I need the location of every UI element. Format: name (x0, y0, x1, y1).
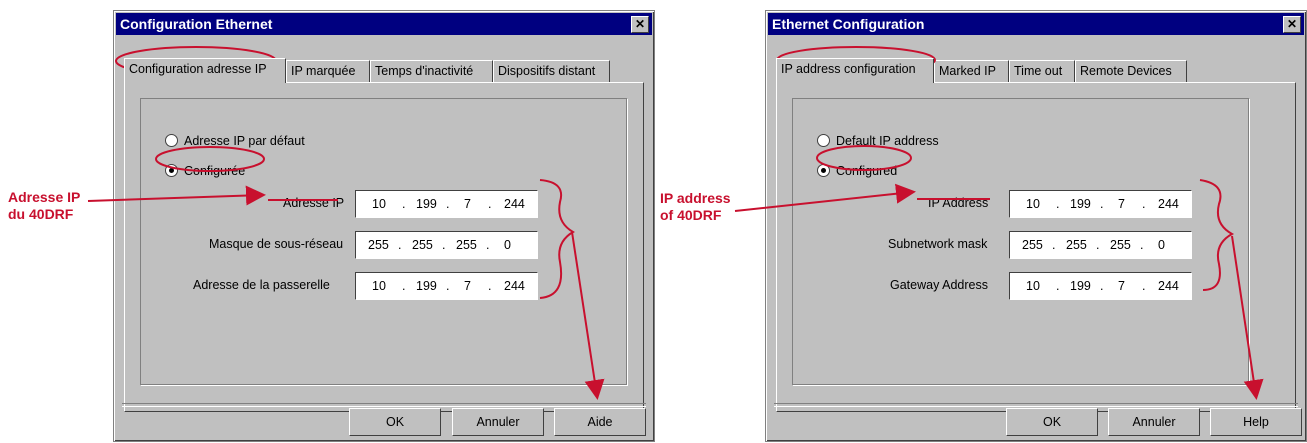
bracket-brace (539, 179, 575, 299)
arrow-line (87, 185, 266, 206)
highlight-ellipse (816, 145, 912, 171)
tab-configuration-adresse-ip[interactable]: Configuration adresse IP (124, 58, 286, 83)
highlight-ellipse (155, 146, 265, 172)
arrow-line (1231, 235, 1264, 400)
arrow-line (734, 183, 916, 212)
bracket-brace (1199, 179, 1235, 291)
arrow-line (571, 231, 605, 400)
tab-ip-address-configuration[interactable]: IP address configuration (776, 58, 934, 83)
